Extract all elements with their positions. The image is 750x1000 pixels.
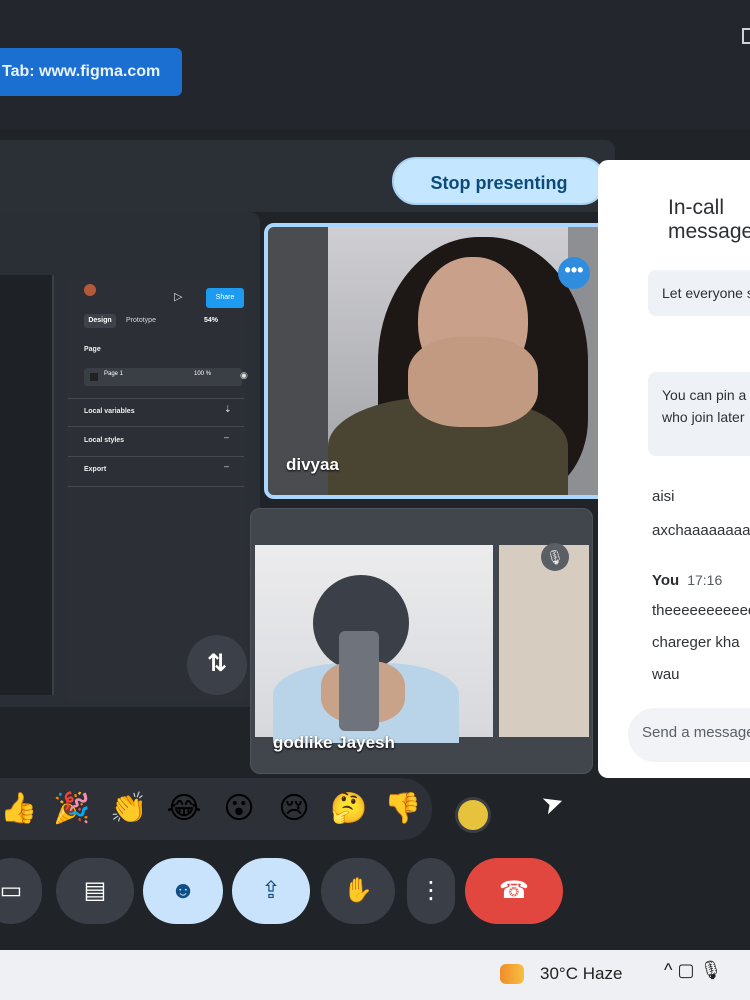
end-call-button[interactable]: ☎ — [465, 858, 563, 924]
participant-name: divyaa — [286, 455, 339, 474]
divider — [68, 486, 244, 487]
eye-icon[interactable]: ◉ — [240, 370, 248, 381]
chat-timestamp: 17:16 — [687, 572, 723, 588]
hand-icon: ✋ — [343, 877, 373, 904]
figma-canvas — [0, 275, 54, 695]
video-background — [499, 545, 589, 737]
tab-sharing-banner[interactable]: Tab: www.figma.com — [0, 48, 182, 96]
present-icon: ⇪ — [260, 877, 282, 904]
chat-message: axchaaaaaaaaa — [652, 522, 750, 539]
weather-text[interactable]: 30°C Haze — [540, 964, 622, 984]
pin-message-notice: You can pin a message who join later — [648, 372, 750, 456]
page-name: Page 1 — [104, 371, 124, 377]
collapse-icon[interactable]: – — [224, 432, 229, 442]
avatar — [84, 284, 96, 296]
network-icon[interactable]: ▢ — [677, 960, 694, 980]
zoom-level[interactable]: 54% — [204, 314, 218, 328]
screen: Tab: www.figma.com Stop presenting ▷ Sha… — [0, 0, 750, 1000]
chevron-up-icon[interactable]: ^ — [664, 960, 672, 980]
system-tray-icons[interactable]: ^ ▢ 🎙 — [664, 960, 722, 981]
laughing-face-icon[interactable]: 😂 — [165, 790, 203, 828]
camera-icon: ▭ — [0, 877, 23, 904]
page-section-label: Page — [84, 346, 101, 353]
browser-top-bar: Tab: www.figma.com — [0, 0, 750, 130]
skin-tone-icon[interactable] — [455, 797, 491, 833]
in-call-messages-panel: In-call messages Let everyone send messa… — [598, 160, 750, 778]
captions-icon: ▤ — [83, 877, 107, 904]
os-taskbar: 30°C Haze ^ ▢ 🎙 — [0, 950, 750, 1000]
tab-design[interactable]: Design — [84, 314, 116, 328]
local-variables-label[interactable]: Local variables — [84, 408, 135, 415]
export-label[interactable]: Export — [84, 466, 106, 473]
page-swatch — [90, 373, 98, 381]
thumbs-down-icon[interactable]: 👎 — [384, 790, 422, 828]
panel-title: In-call messages — [668, 196, 750, 243]
participant-video — [339, 631, 379, 731]
notice-line: who join later — [662, 409, 745, 425]
clapping-hands-icon[interactable]: 👏 — [110, 790, 148, 828]
thumbs-up-icon[interactable]: 👍 — [0, 790, 38, 828]
present-button[interactable]: ⇪ — [232, 858, 310, 924]
participant-video — [408, 337, 538, 427]
party-popper-icon[interactable]: 🎉 — [53, 790, 91, 828]
chat-message: wau — [652, 666, 680, 683]
page-value: 100 % — [194, 371, 212, 377]
window-edge-icon — [742, 28, 750, 44]
more-options-button[interactable]: ⋮ — [407, 858, 455, 924]
captions-button[interactable]: ▤ — [56, 858, 134, 924]
collapse-icon[interactable]: – — [224, 461, 229, 471]
phone-end-icon: ☎ — [499, 877, 529, 904]
participant-tile-jayesh[interactable]: 🎙 godlike Jayesh — [250, 508, 593, 774]
chat-message: aisi — [652, 488, 675, 505]
emoji-button[interactable]: ☻ — [143, 858, 223, 924]
divider — [68, 426, 244, 427]
participant-tile-divyaa[interactable]: ••• divyaa — [264, 223, 612, 499]
chat-sender-row: You 17:16 — [652, 572, 722, 589]
more-options-icon[interactable]: ••• — [558, 257, 590, 289]
participant-name: godlike Jayesh — [273, 733, 395, 752]
page-row[interactable]: Page 1 100 % ◉ — [84, 368, 248, 386]
divider — [68, 456, 244, 457]
crying-face-icon[interactable]: 😢 — [275, 790, 313, 828]
chat-message: theeeeeeeeeee — [652, 602, 750, 619]
message-input-placeholder: Send a message — [642, 724, 750, 741]
mic-off-icon: 🎙 — [541, 543, 569, 571]
mic-icon[interactable]: 🎙 — [700, 960, 723, 980]
mouse-cursor-icon: ➤ — [537, 785, 568, 821]
message-input[interactable]: Send a message — [628, 708, 750, 762]
participant-video — [255, 545, 493, 743]
stop-presenting-button[interactable]: Stop presenting — [392, 157, 606, 205]
thinking-face-icon[interactable]: 🤔 — [330, 790, 368, 828]
figma-share-button[interactable]: Share — [206, 288, 244, 308]
weather-icon[interactable] — [500, 964, 524, 984]
swap-vertical-icon[interactable]: ⇅ — [187, 635, 247, 695]
tab-prototype[interactable]: Prototype — [126, 314, 156, 328]
more-vert-icon: ⋮ — [419, 877, 443, 904]
camera-button[interactable]: ▭ — [0, 858, 42, 924]
divider — [68, 398, 244, 399]
chat-setting-notice: Let everyone send messages — [648, 270, 750, 316]
emoji-icon: ☻ — [170, 877, 196, 904]
surprised-face-icon[interactable]: 😮 — [220, 790, 258, 828]
play-icon: ▷ — [174, 291, 183, 303]
chat-message: chareger kha — [652, 634, 740, 651]
local-styles-label[interactable]: Local styles — [84, 437, 124, 444]
notice-line: You can pin a message — [662, 387, 750, 403]
variables-icon[interactable]: ⇣ — [224, 404, 232, 415]
chat-sender: You — [652, 572, 680, 589]
raise-hand-button[interactable]: ✋ — [321, 858, 395, 924]
